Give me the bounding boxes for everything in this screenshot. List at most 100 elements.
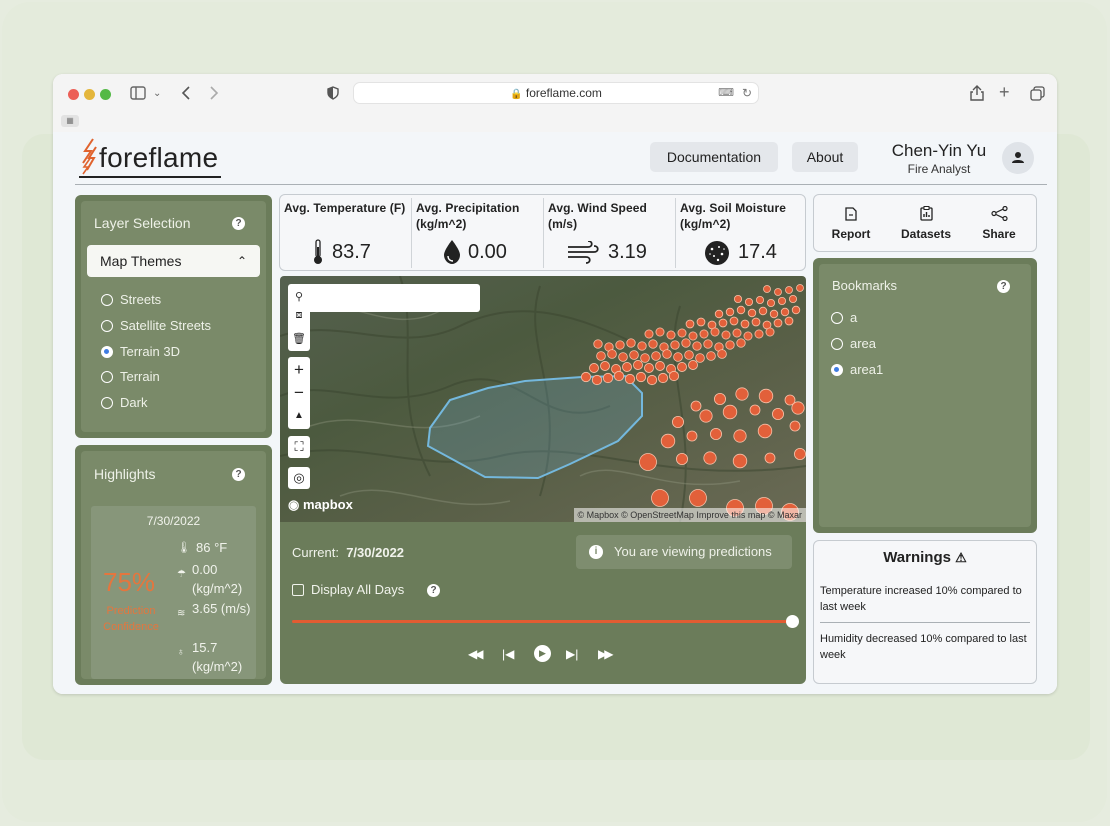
fire-point[interactable] — [765, 327, 775, 337]
translate-icon[interactable]: ⌨ — [718, 83, 734, 103]
fire-point[interactable] — [699, 409, 713, 423]
fire-point[interactable] — [662, 349, 672, 359]
back-arrow-icon[interactable] — [181, 86, 191, 100]
fire-point[interactable] — [794, 448, 806, 460]
fire-point[interactable] — [657, 372, 669, 384]
fire-point[interactable] — [758, 306, 768, 316]
fire-point[interactable] — [710, 327, 720, 337]
forward-arrow-icon[interactable] — [209, 86, 219, 100]
fire-point[interactable] — [695, 353, 705, 363]
fire-point[interactable] — [684, 350, 694, 360]
documentation-button[interactable]: Documentation — [650, 142, 778, 172]
highlights-help-icon[interactable]: ? — [232, 468, 245, 481]
fire-point[interactable] — [633, 360, 643, 370]
zoom-out-icon[interactable]: − — [288, 382, 310, 404]
shield-icon[interactable] — [327, 86, 339, 100]
fire-point[interactable] — [763, 285, 771, 293]
fire-point[interactable] — [789, 420, 801, 432]
step-back-button[interactable]: |◀ — [502, 647, 514, 661]
avatar[interactable] — [1002, 142, 1034, 174]
chevron-down-icon[interactable]: ⌄ — [153, 86, 161, 102]
fire-point[interactable] — [615, 340, 625, 350]
fire-point[interactable] — [593, 339, 603, 349]
fire-point[interactable] — [626, 338, 636, 348]
fire-point[interactable] — [717, 349, 727, 359]
fire-point[interactable] — [703, 451, 717, 465]
rewind-button[interactable]: ◀◀ — [468, 647, 484, 661]
step-forward-button[interactable]: ▶| — [566, 647, 578, 661]
tab-overview-icon[interactable] — [1030, 86, 1045, 101]
fire-point[interactable] — [754, 329, 764, 339]
display-all-days-label[interactable]: Display All Days — [311, 582, 404, 597]
timeline-slider-track[interactable] — [292, 620, 792, 623]
fire-point[interactable] — [714, 309, 724, 319]
fire-point[interactable] — [618, 352, 628, 362]
close-window-button[interactable] — [68, 89, 79, 100]
fire-point[interactable] — [644, 329, 654, 339]
fire-point[interactable] — [732, 328, 742, 338]
fire-point[interactable] — [703, 339, 713, 349]
fire-point[interactable] — [758, 388, 774, 404]
timeline-slider-thumb[interactable] — [785, 615, 799, 628]
fire-point[interactable] — [688, 360, 698, 370]
fire-point[interactable] — [736, 338, 746, 348]
fire-point[interactable] — [655, 327, 665, 337]
map-view[interactable]: ⚲ ⧈ 🗑 + − ▲ ⛶ ◎ ◉ mapbox © Mapbox © Open… — [280, 276, 806, 522]
fire-point[interactable] — [747, 308, 757, 318]
fire-point[interactable] — [689, 489, 707, 507]
fire-point[interactable] — [791, 401, 805, 415]
fire-point[interactable] — [696, 317, 706, 327]
map-themes-dropdown[interactable]: Map Themes ⌃ — [87, 245, 260, 277]
map-attribution[interactable]: © Mapbox © OpenStreetMap Improve this ma… — [573, 508, 806, 522]
fire-point[interactable] — [706, 351, 716, 361]
maximize-window-button[interactable] — [100, 89, 111, 100]
fire-point[interactable] — [771, 407, 784, 420]
fire-point[interactable] — [675, 452, 688, 465]
radio-button[interactable] — [831, 312, 843, 324]
fire-point[interactable] — [751, 317, 761, 327]
zoom-in-icon[interactable]: + — [288, 359, 310, 381]
sidebar-toggle-icon[interactable] — [130, 86, 146, 100]
fire-point[interactable] — [732, 453, 748, 469]
fire-point[interactable] — [718, 318, 728, 328]
fire-point[interactable] — [651, 351, 661, 361]
radio-button[interactable] — [101, 294, 113, 306]
fire-point[interactable] — [602, 372, 614, 384]
fire-point[interactable] — [740, 319, 750, 329]
bookmarks-help-icon[interactable]: ? — [997, 280, 1010, 293]
map-search-input[interactable]: ⚲ — [288, 284, 480, 312]
fire-point[interactable] — [721, 330, 731, 340]
fire-point[interactable] — [725, 307, 735, 317]
fire-point[interactable] — [670, 340, 680, 350]
trash-icon[interactable]: 🗑 — [292, 332, 306, 346]
radio-button[interactable] — [101, 345, 113, 358]
fire-point[interactable] — [635, 371, 647, 383]
fire-point[interactable] — [725, 340, 735, 350]
fast-forward-button[interactable]: ▶▶ — [598, 647, 614, 661]
fire-point[interactable] — [773, 318, 783, 328]
fire-point[interactable] — [796, 284, 804, 292]
logo[interactable]: foreflame — [79, 138, 221, 180]
fire-point[interactable] — [646, 374, 658, 386]
share-button[interactable]: Share — [964, 195, 1034, 251]
geolocate-button[interactable]: ◎ — [288, 467, 310, 489]
fire-point[interactable] — [729, 316, 739, 326]
radio-button[interactable] — [831, 363, 843, 376]
new-tab-icon[interactable]: + — [999, 83, 1010, 101]
report-button[interactable]: Report — [816, 195, 886, 251]
map-canvas[interactable] — [280, 276, 806, 522]
fire-point[interactable] — [600, 361, 610, 371]
fire-point[interactable] — [622, 362, 632, 372]
fire-point[interactable] — [613, 370, 625, 382]
fire-point[interactable] — [591, 374, 603, 386]
fire-point[interactable] — [648, 339, 658, 349]
timeline-help-icon[interactable]: ? — [427, 584, 440, 597]
fire-point[interactable] — [774, 288, 782, 296]
fire-point[interactable] — [713, 393, 726, 406]
share-page-icon[interactable] — [970, 85, 984, 101]
play-button[interactable]: ▶ — [534, 645, 551, 662]
mapbox-logo[interactable]: ◉ mapbox — [288, 497, 353, 513]
fire-point[interactable] — [651, 489, 669, 507]
fire-point[interactable] — [766, 298, 776, 308]
display-all-days-checkbox[interactable] — [292, 584, 304, 596]
